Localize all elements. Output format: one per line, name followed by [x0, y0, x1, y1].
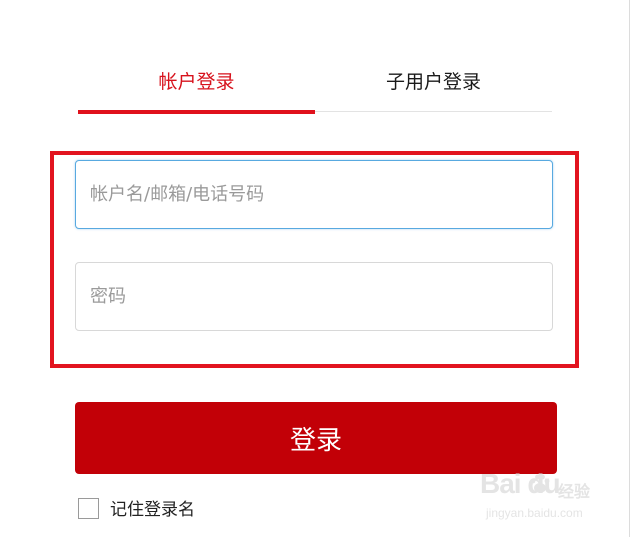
login-button[interactable]: 登录	[75, 402, 557, 474]
tab-subuser-login[interactable]: 子用户登录	[315, 62, 552, 102]
panel-right-border	[629, 0, 630, 537]
remember-label[interactable]: 记住登录名	[110, 499, 195, 521]
baidu-jingyan-watermark: Bai du 经验 jingyan.baidu.com	[480, 468, 608, 528]
paw-icon	[530, 474, 550, 493]
username-field[interactable]	[75, 160, 553, 229]
watermark-domain: jingyan.baidu.com	[486, 506, 583, 520]
remember-checkbox[interactable]	[78, 498, 99, 519]
password-field[interactable]	[75, 262, 553, 331]
active-tab-indicator	[78, 110, 315, 114]
watermark-product-text: 经验	[558, 482, 591, 501]
tab-account-login[interactable]: 帐户登录	[78, 62, 315, 102]
login-tabs: 帐户登录 子用户登录	[78, 62, 552, 114]
